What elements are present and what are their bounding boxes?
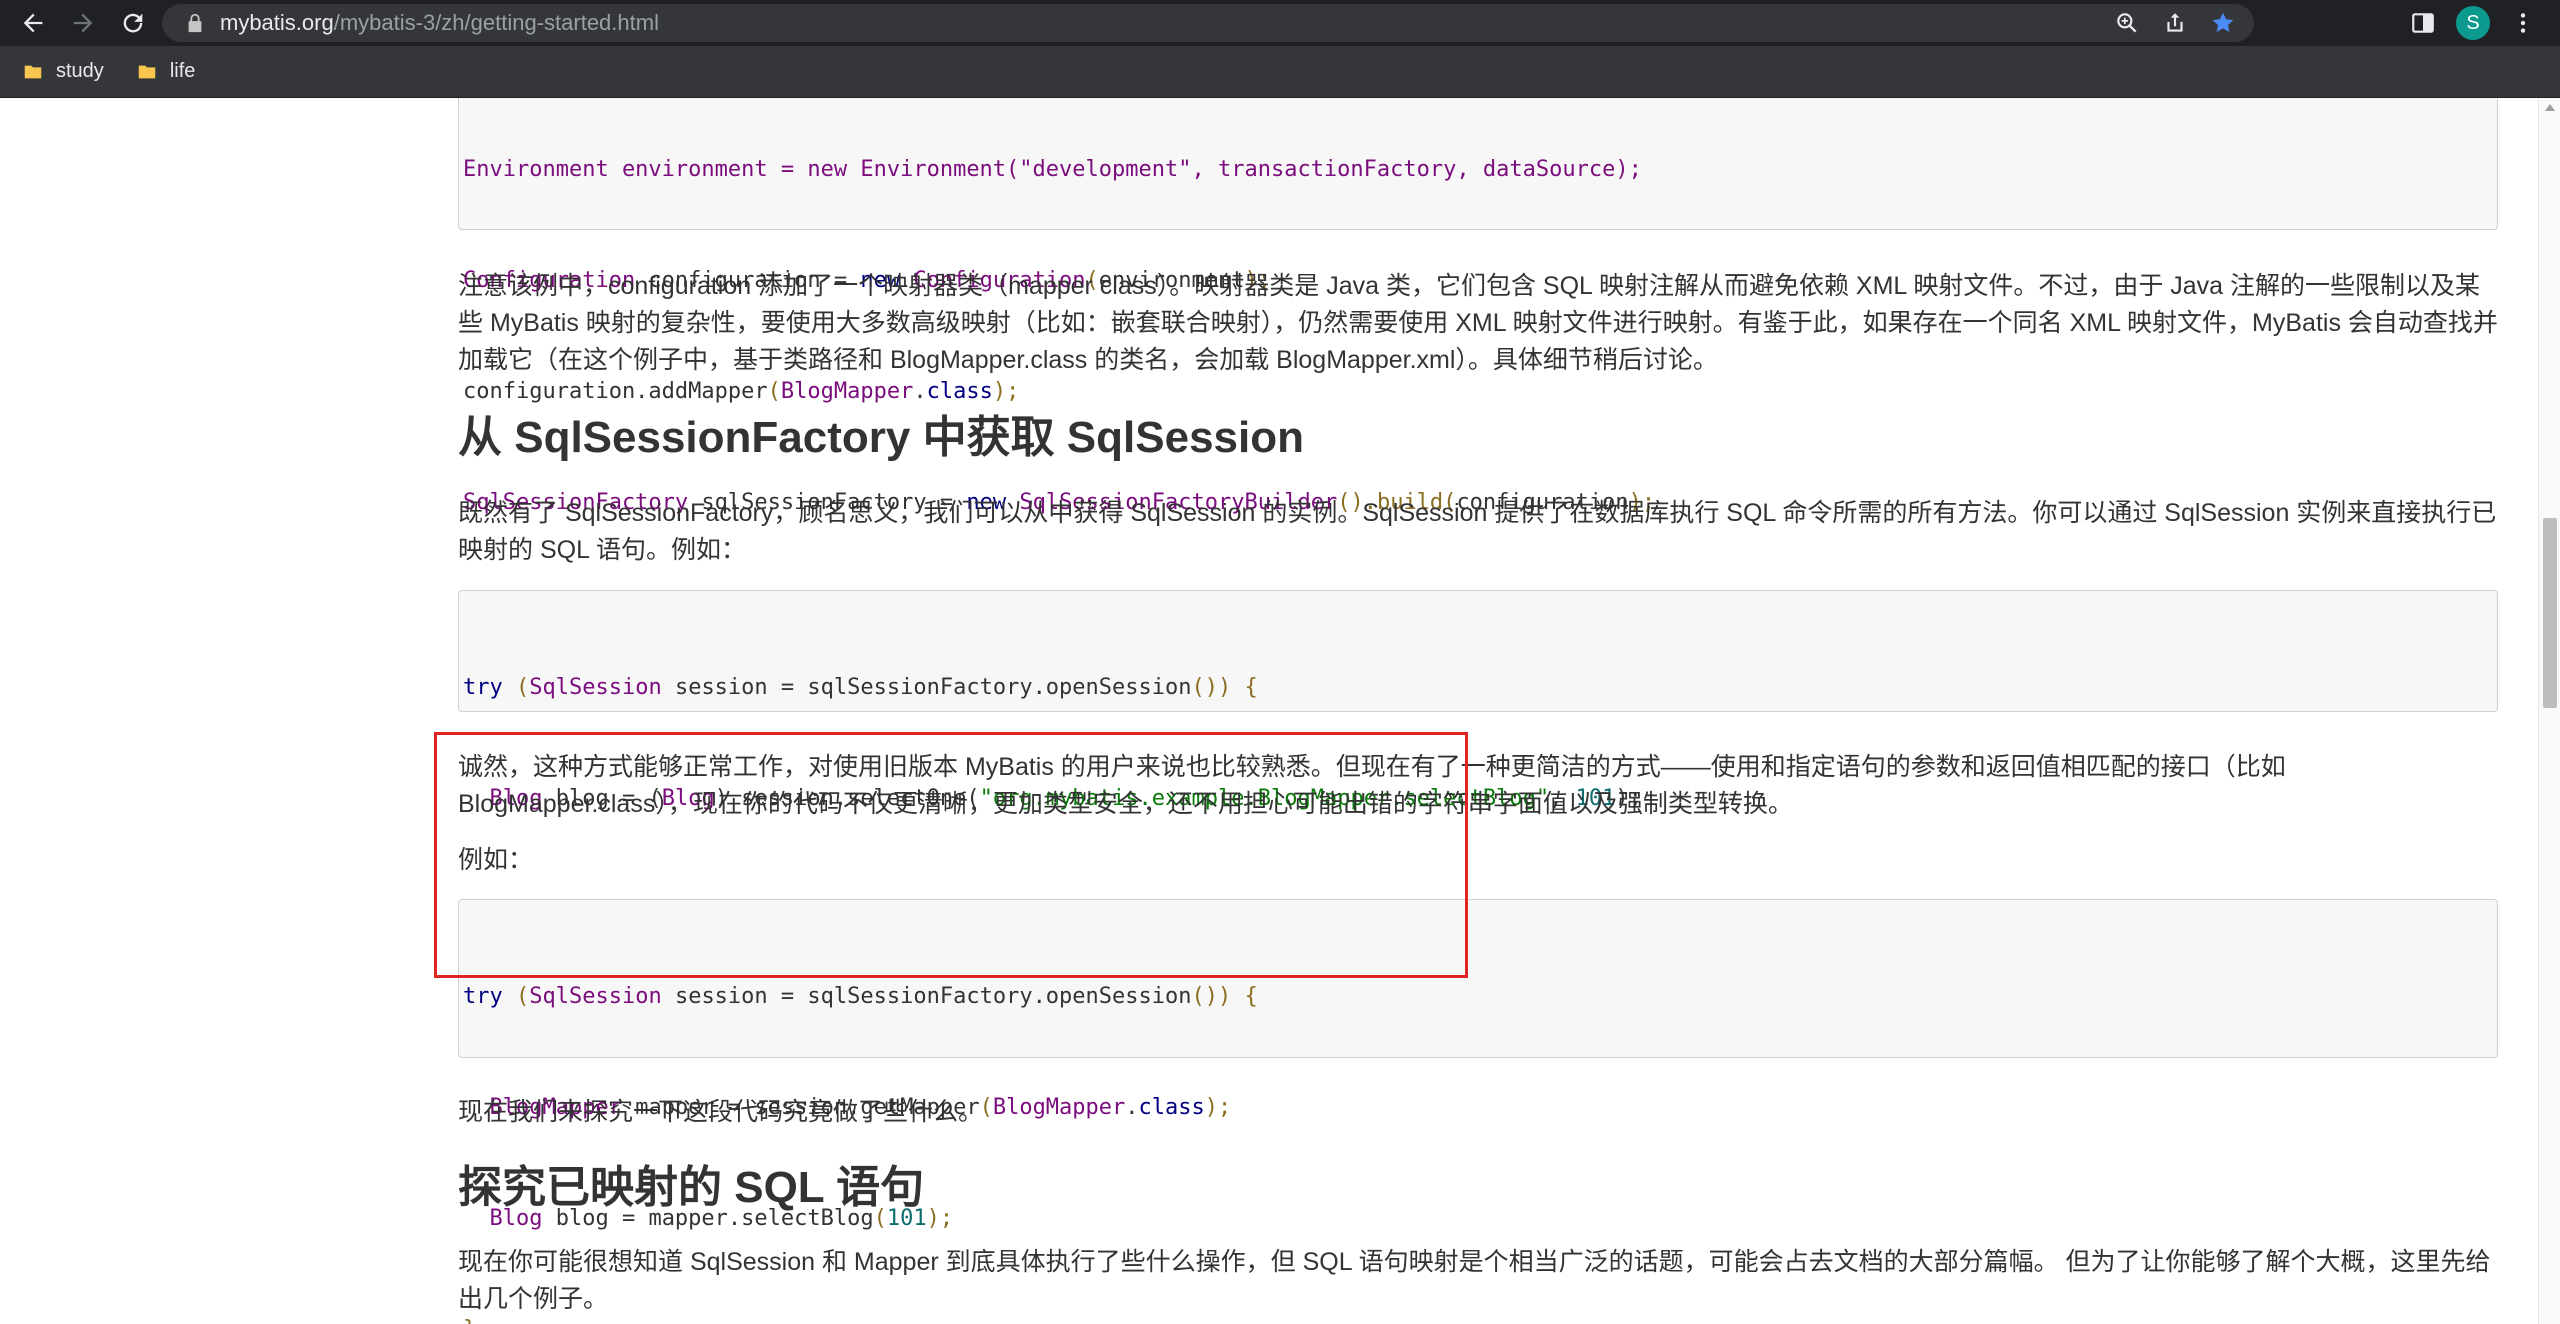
code-line: try (SqlSession session = sqlSessionFact…	[463, 978, 2493, 1015]
address-bar[interactable]: mybatis.org/mybatis-3/zh/getting-started…	[162, 4, 2254, 42]
code-line: try (SqlSession session = sqlSessionFact…	[463, 669, 2493, 706]
paragraph-mapper-class-note: 注意该例中，configuration 添加了一个映射器类（mapper cla…	[458, 272, 2498, 374]
bookmark-star-icon[interactable]	[2210, 10, 2236, 36]
code-line: Environment environment = new Environmen…	[463, 151, 2493, 188]
page-scrollbar[interactable]	[2538, 98, 2560, 1324]
lock-icon	[188, 13, 202, 33]
code-block-configuration: Environment environment = new Environmen…	[458, 98, 2498, 515]
url-host: mybatis.org	[220, 10, 334, 35]
bookmarks-bar: study life	[0, 46, 2560, 98]
code-token-paren: (	[502, 675, 530, 700]
code-token: session = sqlSessionFactory.openSession	[661, 675, 1192, 700]
paragraph-mapped-sql-intro: 现在你可能很想知道 SqlSession 和 Mapper 到底具体执行了些什么…	[458, 1248, 2491, 1313]
zoom-icon[interactable]	[2114, 10, 2140, 36]
code-token-keyword: class	[926, 379, 993, 404]
code-token-brace: {	[1231, 675, 1258, 700]
code-token-brace: {	[1231, 984, 1258, 1009]
scroll-thumb[interactable]	[2543, 518, 2557, 708]
code-token-type: BlogMapper	[780, 379, 914, 404]
code-token-paren: (	[502, 984, 530, 1009]
code-text: Environment environment = new Environmen…	[463, 157, 1642, 182]
browser-toolbar: mybatis.org/mybatis-3/zh/getting-started…	[0, 0, 2560, 46]
section-heading-mapped-sql: 探究已映射的 SQL 语句	[458, 1163, 925, 1212]
side-panel-icon[interactable]	[2410, 10, 2436, 36]
url-path: /mybatis-3/zh/getting-started.html	[333, 10, 659, 35]
paragraph-explore-code: 现在我们来探究一下这段代码究竟做了些什么。	[458, 1098, 984, 1126]
forward-button[interactable]	[62, 2, 104, 44]
bookmark-folder-study[interactable]: study	[22, 60, 104, 83]
code-token-paren: ())	[1191, 984, 1232, 1009]
paragraph-sqlsession-intro: 既然有了 SqlSessionFactory，顾名思义，我们可以从中获得 Sql…	[458, 499, 2497, 564]
bookmark-folder-life[interactable]: life	[136, 60, 196, 83]
back-button[interactable]	[12, 2, 54, 44]
paragraph-for-example: 例如：	[458, 846, 534, 874]
code-token: configuration.addMapper	[463, 379, 768, 404]
code-token-type: SqlSession	[529, 675, 662, 700]
code-block-select-one: try (SqlSession session = sqlSessionFact…	[458, 590, 2498, 922]
code-token-keyword: try	[463, 984, 503, 1009]
code-block-get-mapper: try (SqlSession session = sqlSessionFact…	[458, 899, 2498, 1324]
bookmark-label: study	[56, 60, 104, 82]
reload-button[interactable]	[112, 2, 154, 44]
paragraph-cleaner-way: 诚然，这种方式能够正常工作，对使用旧版本 MyBatis 的用户来说也比较熟悉。…	[458, 753, 2286, 818]
folder-icon	[24, 65, 42, 78]
code-token: session = sqlSessionFactory.openSession	[661, 984, 1192, 1009]
scroll-up-arrow-icon[interactable]	[2545, 104, 2555, 111]
bookmark-label: life	[169, 60, 196, 82]
profile-avatar[interactable]: S	[2456, 6, 2490, 40]
folder-icon	[138, 65, 156, 78]
reload-icon	[123, 13, 143, 33]
code-token-paren: ())	[1191, 675, 1232, 700]
url-text: mybatis.org/mybatis-3/zh/getting-started…	[220, 10, 659, 36]
code-token: .	[913, 379, 927, 404]
share-icon[interactable]	[2162, 10, 2188, 36]
arrow-left-icon	[23, 13, 43, 33]
arrow-right-icon	[73, 13, 93, 33]
code-token-brace: }	[463, 1317, 476, 1324]
kebab-menu-icon[interactable]	[2510, 10, 2536, 36]
page-viewport: Environment environment = new Environmen…	[0, 98, 2560, 1324]
code-token-paren: );	[992, 379, 1020, 404]
code-token-paren: (	[767, 379, 781, 404]
code-token-keyword: try	[463, 675, 503, 700]
code-token-type: SqlSession	[529, 984, 662, 1009]
section-heading-get-sqlsession: 从 SqlSessionFactory 中获取 SqlSession	[458, 413, 1304, 462]
